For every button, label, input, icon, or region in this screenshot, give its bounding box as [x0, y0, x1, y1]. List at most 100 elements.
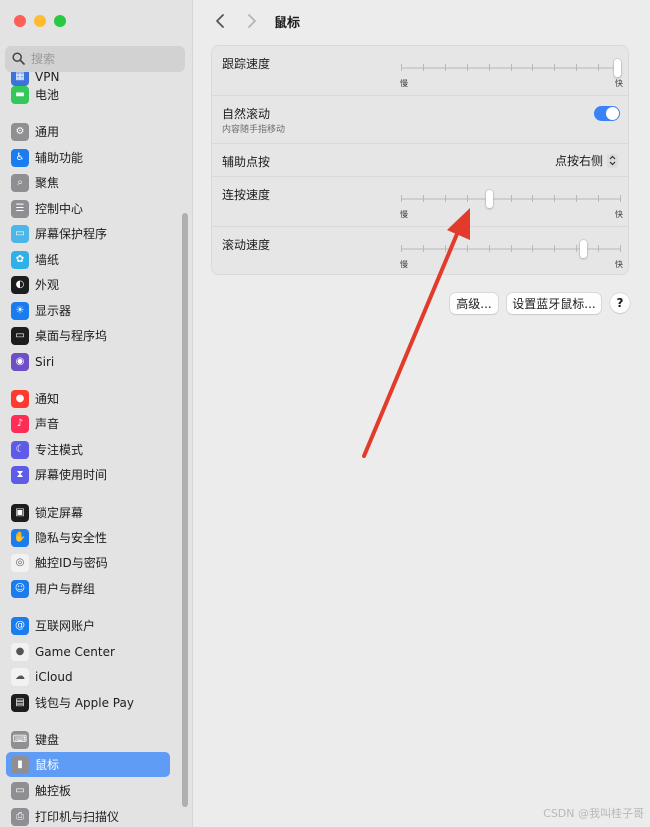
sidebar-item-label: 触控板: [35, 784, 72, 798]
slider-knob[interactable]: [614, 59, 621, 77]
touch-id-icon: ◎: [11, 553, 29, 572]
slider-tick: [401, 245, 402, 252]
advanced-button[interactable]: 高级...: [450, 293, 498, 314]
slider-min-label: 慢: [400, 79, 408, 88]
slider-knob[interactable]: [580, 240, 587, 258]
close-button[interactable]: [14, 15, 26, 27]
slider-tick: [467, 245, 468, 252]
slider-tick: [511, 245, 512, 252]
watermark: CSDN @我叫桂子哥: [543, 807, 644, 820]
double-click-speed-slider[interactable]: 慢 快: [400, 190, 623, 219]
sidebar-item-label: 辅助功能: [35, 151, 84, 165]
appearance-icon: ◐: [11, 275, 29, 294]
sidebar-item-printer[interactable]: ⎙ 打印机与扫描仪: [6, 804, 170, 827]
sidebar-item-screen-time[interactable]: ⧗ 屏幕使用时间: [6, 462, 170, 487]
scroll-speed-row: 滚动速度 慢 快: [212, 227, 628, 274]
sidebar-item-label: 锁定屏幕: [35, 506, 84, 520]
slider-tick: [620, 195, 621, 202]
sidebar-item-users[interactable]: ☺ 用户与群组: [6, 576, 170, 601]
slider-tick: [445, 195, 446, 202]
scroll-speed-slider[interactable]: 慢 快: [400, 240, 623, 269]
slider-tick: [467, 64, 468, 71]
accessibility-icon: ♿: [11, 148, 29, 167]
sidebar-item-sound[interactable]: ♪ 声音: [6, 411, 170, 436]
sidebar-item-accessibility[interactable]: ♿ 辅助功能: [6, 145, 170, 170]
screensaver-icon: ▭: [11, 224, 29, 243]
slider-tick: [576, 245, 577, 252]
forward-button[interactable]: [244, 11, 260, 31]
sidebar-item-keyboard[interactable]: ⌨ 键盘: [6, 727, 170, 752]
trackpad-icon: ▭: [11, 781, 29, 800]
help-button[interactable]: ?: [610, 293, 630, 313]
sidebar-item-game-center[interactable]: ● Game Center: [6, 639, 170, 664]
sidebar-item-trackpad[interactable]: ▭ 触控板: [6, 778, 170, 803]
natural-scroll-description: 内容随手指移动: [222, 125, 286, 135]
scroll-speed-label: 滚动速度: [222, 238, 271, 252]
slider-tick: [598, 245, 599, 252]
screen-time-icon: ⧗: [11, 465, 29, 484]
back-button[interactable]: [212, 11, 228, 31]
secondary-click-row: 辅助点按 点按右侧: [212, 144, 628, 177]
sound-icon: ♪: [11, 414, 29, 433]
setup-bluetooth-mouse-button[interactable]: 设置蓝牙鼠标...: [507, 293, 601, 314]
sidebar-item-display[interactable]: ☀ 显示器: [6, 298, 170, 323]
slider-max-label: 快: [615, 260, 623, 269]
double-click-speed-label: 连按速度: [222, 188, 271, 202]
tracking-speed-slider[interactable]: 慢 快: [400, 59, 623, 88]
sidebar-item-label: 通用: [35, 125, 60, 139]
sidebar-item-battery[interactable]: ▬ 电池: [6, 82, 170, 107]
sidebar-item-lock[interactable]: ▣ 锁定屏幕: [6, 500, 170, 525]
sidebar-item-privacy[interactable]: ✋ 隐私与安全性: [6, 525, 170, 550]
secondary-click-label: 辅助点按: [222, 155, 271, 169]
slider-tick: [511, 195, 512, 202]
tracking-speed-row: 跟踪速度 慢 快: [212, 46, 628, 96]
search-icon: [12, 52, 26, 66]
sidebar-item-label: Siri: [35, 354, 55, 369]
sidebar-item-label: 屏幕使用时间: [35, 468, 108, 482]
sidebar-item-siri[interactable]: ◉ Siri: [6, 349, 170, 374]
sidebar-item-screensaver[interactable]: ▭ 屏幕保护程序: [6, 221, 170, 246]
sidebar-item-label: iCloud: [35, 669, 73, 684]
natural-scroll-label: 自然滚动: [222, 107, 271, 121]
sidebar-item-notifications[interactable]: ● 通知: [6, 386, 170, 411]
control-center-icon: ☰: [11, 199, 29, 218]
secondary-click-popup[interactable]: 点按右侧: [555, 152, 618, 169]
maximize-button[interactable]: [54, 15, 66, 27]
sidebar-item-spotlight[interactable]: ⌕ 聚焦: [6, 170, 170, 195]
slider-tick: [554, 245, 555, 252]
slider-knob[interactable]: [486, 190, 493, 208]
sidebar-item-label: Game Center: [35, 644, 115, 659]
sidebar-item-focus[interactable]: ☾ 专注模式: [6, 437, 170, 462]
sidebar-item-gear[interactable]: ⚙ 通用: [6, 119, 170, 144]
sidebar-item-control-center[interactable]: ☰ 控制中心: [6, 196, 170, 221]
privacy-icon: ✋: [11, 528, 29, 547]
search-field[interactable]: [5, 46, 185, 72]
slider-tick: [532, 195, 533, 202]
sidebar-item-internet-accounts[interactable]: @ 互联网账户: [6, 613, 170, 638]
sidebar-item-touch-id[interactable]: ◎ 触控ID与密码: [6, 550, 170, 575]
sidebar-item-appearance[interactable]: ◐ 外观: [6, 272, 170, 297]
slider-tick: [445, 64, 446, 71]
sidebar-item-icloud[interactable]: ☁ iCloud: [6, 664, 170, 689]
printer-icon: ⎙: [11, 807, 29, 826]
window-controls: [14, 15, 66, 27]
battery-icon: ▬: [11, 85, 29, 104]
sidebar-item-dock[interactable]: ▭ 桌面与程序坞: [6, 323, 170, 348]
sidebar-item-wallet[interactable]: ▤ 钱包与 Apple Pay: [6, 690, 170, 715]
sidebar-item-label: 墙纸: [35, 253, 60, 267]
wallet-icon: ▤: [11, 693, 29, 712]
sidebar-item-wallpaper[interactable]: ✿ 墙纸: [6, 247, 170, 272]
page-title: 鼠标: [274, 16, 301, 31]
slider-tick: [532, 245, 533, 252]
dock-icon: ▭: [11, 326, 29, 345]
slider-tick: [576, 195, 577, 202]
sidebar: ▦VPN▬电池⚙通用♿辅助功能⌕聚焦☰控制中心▭屏幕保护程序✿墙纸◐外观☀显示器…: [0, 0, 193, 827]
slider-max-label: 快: [615, 210, 623, 219]
sidebar-item-mouse[interactable]: ▮ 鼠标: [6, 752, 170, 777]
search-input[interactable]: [31, 52, 171, 66]
secondary-click-value: 点按右侧: [554, 154, 603, 168]
sidebar-scrollbar[interactable]: [182, 213, 188, 807]
sidebar-item-label: 控制中心: [35, 202, 84, 216]
natural-scroll-toggle[interactable]: [594, 106, 620, 121]
minimize-button[interactable]: [34, 15, 46, 27]
